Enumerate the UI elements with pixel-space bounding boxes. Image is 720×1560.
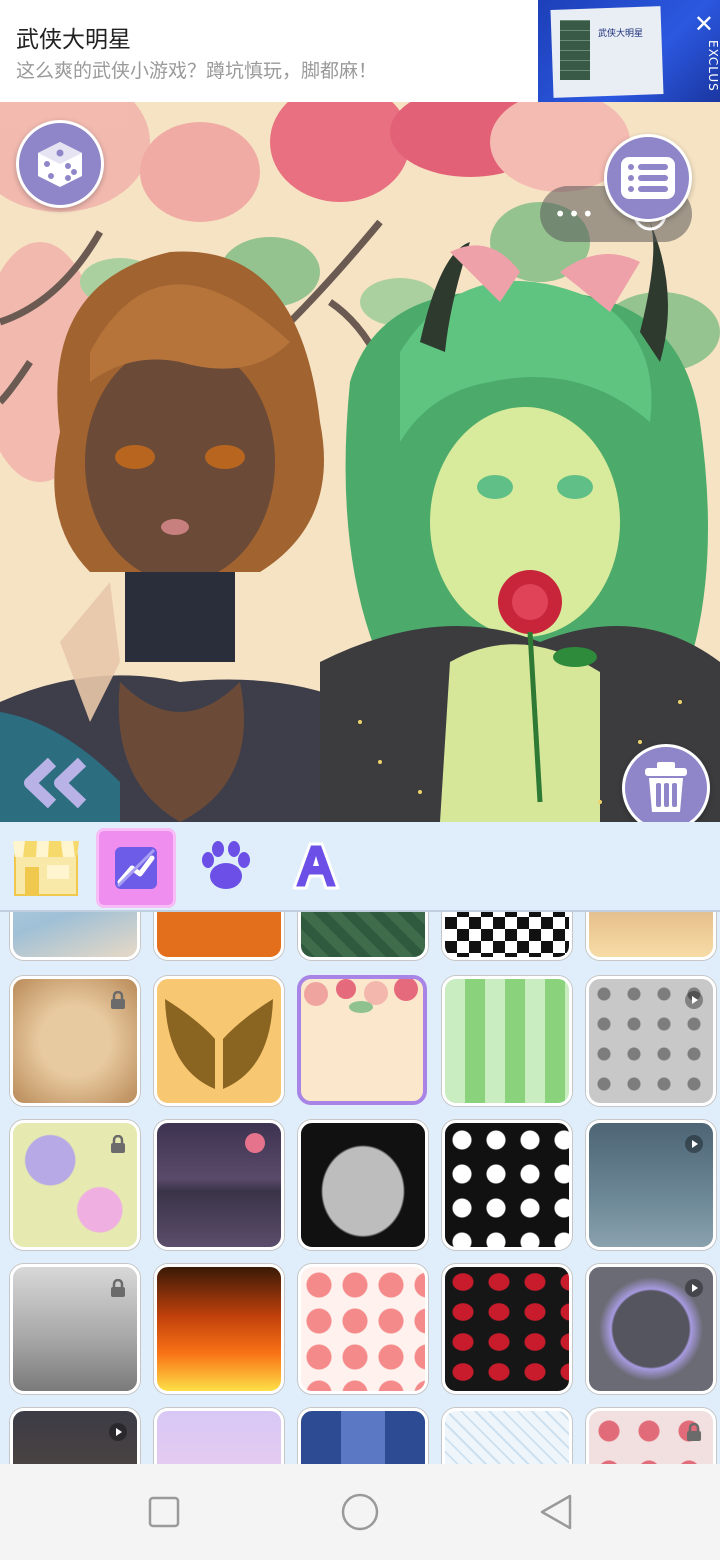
bg-tile-grey-skulls[interactable]	[586, 976, 716, 1106]
nav-icons	[148, 1493, 572, 1531]
ad-banner[interactable]: 武侠大明星 这么爽的武侠小游戏？蹲坑慎玩，脚都麻！ 武侠大明星 ✕ EXCLUS	[0, 0, 720, 102]
tab-text[interactable]	[278, 828, 354, 904]
ad-thumb-side-text: EXCLUS	[706, 40, 720, 92]
bg-tile-purple-ring[interactable]	[586, 1264, 716, 1394]
bg-tile-golden-wings[interactable]	[154, 976, 284, 1106]
bg-tile-night-sky[interactable]	[586, 1120, 716, 1250]
recent-apps-icon[interactable]	[148, 1496, 180, 1528]
dice-icon	[38, 142, 82, 187]
floral-art	[304, 979, 418, 1013]
bg-tile-watercolor-blue[interactable]	[10, 912, 140, 960]
ad-subtitle[interactable]: 这么爽的武侠小游戏？蹲坑慎玩，脚都麻！	[16, 56, 377, 83]
lock-icon	[111, 991, 125, 1009]
bg-tile-floral-selected[interactable]	[297, 975, 427, 1105]
moon-art	[245, 1133, 265, 1153]
system-nav-bar	[0, 1464, 720, 1560]
delete-button[interactable]	[622, 744, 710, 822]
bg-tile-green-leaves[interactable]	[442, 976, 572, 1106]
text-a-icon	[292, 842, 340, 890]
bg-tile-red-lips[interactable]	[442, 1264, 572, 1394]
lock-icon	[111, 1279, 125, 1297]
play-icon	[109, 1423, 127, 1441]
bg-tile-misty-water[interactable]	[10, 1264, 140, 1394]
bg-tile-cherries[interactable]	[586, 1408, 716, 1464]
bg-tile-school-doodles[interactable]	[442, 1408, 572, 1464]
more-dots-icon[interactable]: •••	[540, 202, 610, 226]
ad-thumb-board	[560, 20, 590, 80]
bg-tile-pastel-clouds[interactable]	[154, 1408, 284, 1464]
lock-icon	[687, 1423, 701, 1441]
ad-thumbnail[interactable]: 武侠大明星 ✕ EXCLUS	[538, 0, 720, 102]
shop-icon	[13, 841, 79, 896]
bg-tile-dark-clouds[interactable]	[10, 1408, 140, 1464]
bg-tile-fire[interactable]	[154, 1264, 284, 1394]
bg-tile-blue-stripes[interactable]	[298, 1408, 428, 1464]
bg-tile-orange-lace[interactable]	[154, 912, 284, 960]
bg-tile-paint-splash[interactable]	[10, 1120, 140, 1250]
play-icon	[685, 1135, 703, 1153]
menu-button[interactable]	[604, 134, 692, 222]
ad-title[interactable]: 武侠大明星	[16, 20, 131, 54]
double-chevron-left-icon[interactable]	[22, 758, 92, 808]
bg-tile-green-pattern[interactable]	[298, 912, 428, 960]
tab-background[interactable]	[96, 828, 176, 908]
back-icon[interactable]	[540, 1494, 572, 1530]
wings-art	[165, 999, 273, 1089]
character-scene: •••	[0, 102, 720, 822]
ad-close-icon[interactable]: ✕	[694, 10, 714, 38]
background-grid	[0, 912, 720, 1464]
bg-tile-ghosts[interactable]	[442, 1120, 572, 1250]
background-icon	[115, 847, 157, 889]
play-icon	[685, 1279, 703, 1297]
bg-tile-purple-lake[interactable]	[154, 1120, 284, 1250]
bg-tile-peaches[interactable]	[298, 1264, 428, 1394]
paw-icon	[202, 841, 250, 889]
category-tab-bar	[0, 822, 720, 912]
ad-thumb-caption: 武侠大明星	[598, 29, 644, 39]
bg-tile-sunset[interactable]	[586, 912, 716, 960]
play-icon	[685, 991, 703, 1009]
tab-shop[interactable]	[8, 828, 84, 904]
bg-tile-parchment[interactable]	[10, 976, 140, 1106]
trash-icon	[645, 762, 687, 812]
home-icon[interactable]	[341, 1493, 379, 1531]
randomize-button[interactable]	[16, 120, 104, 208]
list-menu-icon	[621, 157, 675, 199]
bg-tile-halloween-frame[interactable]	[298, 1120, 428, 1250]
tab-pets[interactable]	[188, 828, 264, 904]
lock-icon	[111, 1135, 125, 1153]
bg-tile-checkerboard[interactable]	[442, 912, 572, 960]
